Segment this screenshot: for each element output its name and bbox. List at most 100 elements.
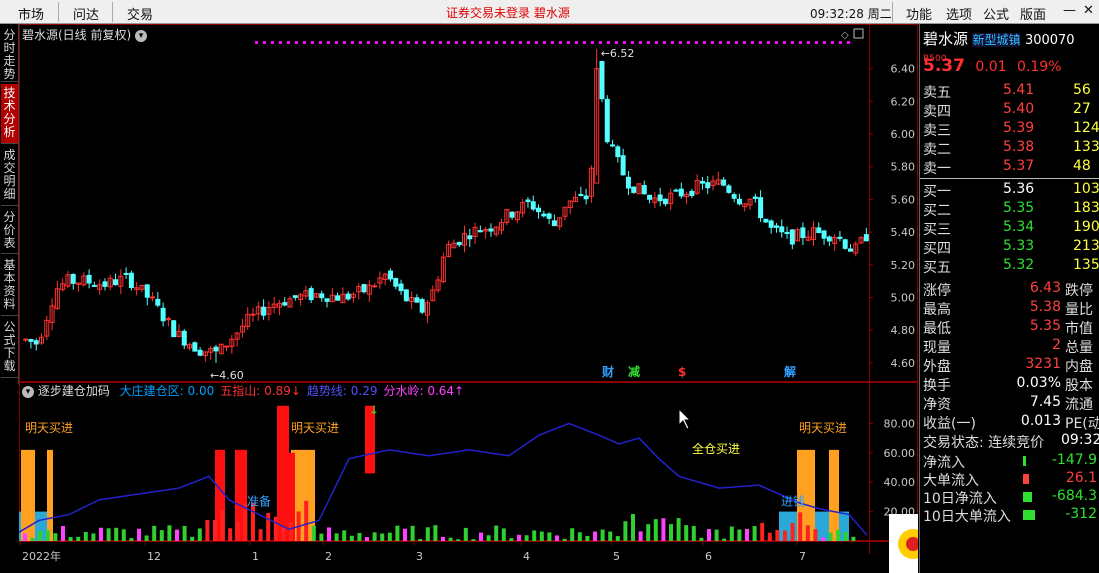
tab-formula-download[interactable]: 公式下载	[1, 318, 18, 378]
candle-body	[705, 182, 711, 189]
bid-row-label: 买二	[923, 203, 951, 219]
menu-options[interactable]: 选项	[946, 4, 972, 23]
signal-dot	[767, 41, 770, 44]
candle-body	[837, 236, 843, 239]
finance-row-label2: 流通	[1065, 397, 1093, 413]
chart-title: 碧水源(日线 前复权) ▾	[22, 26, 148, 43]
trade-status-text: 交易状态: 连续竞价	[923, 435, 1045, 451]
sector-tag[interactable]: 新型城镇	[972, 33, 1021, 47]
bid-row-label: 买四	[923, 241, 951, 257]
time-axis-label: 7	[799, 550, 806, 563]
price-tick-label: 6.00	[891, 128, 916, 141]
menu-layout[interactable]: 版面	[1020, 4, 1046, 23]
candle-body	[345, 293, 351, 300]
candle-body	[467, 235, 473, 240]
menu-function[interactable]: 功能	[906, 4, 932, 23]
indicator-bar	[593, 531, 597, 541]
tab-technical-analysis[interactable]: 技术分析	[1, 84, 18, 144]
menu-market[interactable]: 市场	[18, 4, 44, 23]
tab-profile[interactable]: 基本资料	[1, 256, 18, 316]
bid-row-volume: 183	[1073, 200, 1099, 216]
bid-row[interactable]: 买一 5.36 103	[923, 181, 1099, 200]
ask-row[interactable]: 卖一 5.37 48	[923, 158, 1097, 177]
tab-price-table[interactable]: 分价表	[1, 208, 18, 254]
signal-dot	[631, 41, 634, 44]
tab-intraday[interactable]: 分时走势	[1, 26, 18, 82]
signal-dot	[399, 41, 402, 44]
signal-dot	[759, 41, 762, 44]
price-tick-label: 4.60	[891, 357, 916, 370]
indicator-bar	[53, 533, 58, 541]
indicator-bar	[365, 536, 369, 541]
login-status[interactable]: 证券交易未登录 碧水源	[446, 4, 570, 21]
price-tick-label: 5.60	[891, 193, 916, 206]
candle-body	[123, 272, 129, 275]
signal-dot	[567, 41, 570, 44]
tab-trade-detail[interactable]: 成交明细	[1, 146, 18, 206]
candle-body	[477, 230, 483, 233]
candle-body	[282, 302, 288, 306]
signal-dot	[543, 41, 546, 44]
bid-row[interactable]: 买四 5.33 213	[923, 238, 1099, 257]
signal-dot	[431, 41, 434, 44]
signal-dot	[527, 41, 530, 44]
flow-value: -312	[1065, 506, 1097, 522]
kline-chart[interactable]: 6.40 6.20 6.00 5.80 5.60 5.40 5.20 5.00 4.80 4.60…	[19, 24, 918, 573]
menu-formula[interactable]: 公式	[983, 4, 1009, 23]
candle-body	[826, 236, 832, 242]
bid-row[interactable]: 买二 5.35 183	[923, 200, 1099, 219]
bid-row[interactable]: 买五 5.32 135	[923, 257, 1099, 276]
indicator-bar	[623, 521, 628, 541]
candle-body	[736, 198, 742, 205]
ask-row-volume: 56	[1073, 82, 1091, 98]
ask-row[interactable]: 卖四 5.40 27	[923, 101, 1097, 120]
candle-body	[128, 272, 134, 289]
ask-row[interactable]: 卖五 5.41 56	[923, 82, 1097, 101]
chart-settings-icon[interactable]: ▾	[135, 29, 148, 42]
flow-row: 10日大单流入 -312	[923, 506, 1097, 525]
high-price-label: ←6.52	[601, 47, 635, 60]
bid-row-price: 5.33	[1003, 238, 1035, 254]
indicator-bar	[714, 529, 719, 541]
ask-row[interactable]: 卖三 5.39 124	[923, 120, 1099, 139]
signal-dot	[679, 41, 682, 44]
minimize-icon[interactable]: —	[1063, 3, 1076, 18]
menu-wenda[interactable]: 问达	[73, 4, 99, 23]
indicator-name: 逐步建仓加码	[37, 384, 110, 398]
indicator-bar	[494, 525, 499, 541]
indicator-bar	[205, 519, 210, 541]
indicator-settings-icon[interactable]: ▾	[22, 385, 34, 398]
indicator-bar	[137, 528, 141, 541]
time-axis-label: 3	[416, 550, 423, 563]
candle-body	[224, 345, 230, 348]
stat-row: 最高 5.38 量比	[923, 299, 1097, 318]
indicator-bar	[600, 529, 605, 541]
menu-trade[interactable]: 交易	[127, 4, 153, 23]
candle-body	[525, 199, 531, 203]
finance-row-label2: 股本	[1065, 378, 1093, 394]
indicator-bar	[342, 530, 347, 541]
candle-body	[33, 340, 39, 345]
bid-row[interactable]: 买三 5.34 190	[923, 219, 1099, 238]
candle-body	[620, 155, 626, 176]
finance-row-label: 换手	[923, 378, 951, 394]
quote-header: 碧水源 新型城镇 300070 R500	[923, 28, 1097, 64]
flow-bar	[1023, 456, 1026, 466]
candle-body	[361, 284, 367, 293]
indicator-bar	[790, 523, 795, 541]
signal-dot	[487, 41, 490, 44]
indicator-bar	[106, 528, 111, 541]
candle-body	[604, 98, 610, 143]
candle-body	[155, 298, 161, 306]
signal-dot	[343, 41, 346, 44]
ask-row[interactable]: 卖二 5.38 133	[923, 139, 1099, 158]
indicator-bar	[99, 527, 103, 541]
ask-row-volume: 124	[1073, 120, 1099, 136]
indicator-bar	[729, 526, 734, 541]
close-icon[interactable]: ✕	[1083, 3, 1094, 18]
indicator-bar	[38, 531, 43, 541]
last-price: 5.37	[923, 56, 965, 76]
indicator-bar	[631, 513, 635, 541]
event-marker: 解	[784, 364, 796, 379]
candle-body	[631, 186, 637, 193]
